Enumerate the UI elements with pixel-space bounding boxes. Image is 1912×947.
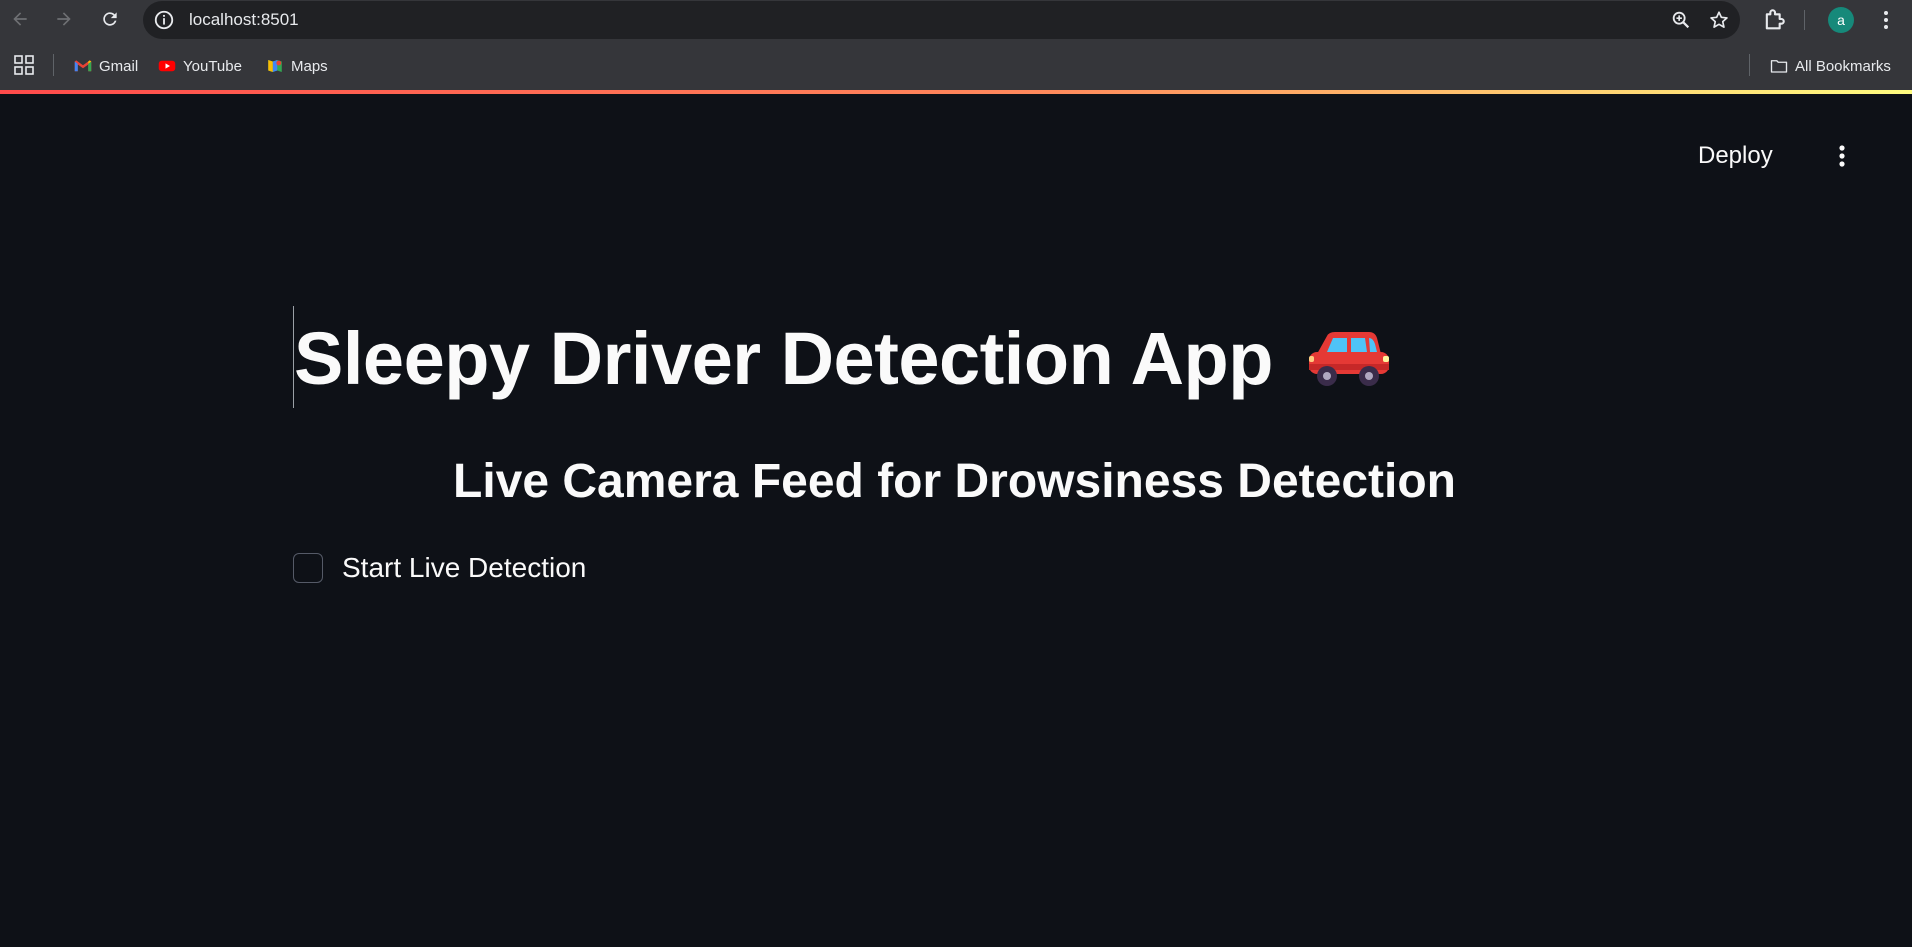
bookmark-maps[interactable]: Maps	[266, 54, 328, 78]
arrow-right-icon	[57, 12, 71, 26]
checkbox-box[interactable]	[293, 553, 323, 583]
subheading: Live Camera Feed for Drowsiness Detectio…	[453, 455, 1456, 508]
all-bookmarks-button[interactable]: All Bookmarks	[1770, 54, 1891, 78]
maps-icon	[268, 60, 282, 72]
bookmark-label: YouTube	[183, 57, 242, 75]
reload-button[interactable]	[94, 3, 126, 35]
all-bookmarks-label: All Bookmarks	[1795, 57, 1891, 75]
more-vert-icon[interactable]	[1874, 6, 1898, 34]
forward-button[interactable]	[48, 3, 80, 35]
address-bar[interactable]: localhost:8501	[143, 1, 1740, 39]
page-title-text: Sleepy Driver Detection App	[294, 317, 1273, 400]
bookmark-label: Gmail	[99, 57, 139, 75]
deploy-button[interactable]: Deploy	[1698, 142, 1773, 170]
youtube-icon	[158, 60, 176, 72]
bookmarks-divider	[53, 54, 54, 76]
start-detection-checkbox[interactable]: Start Live Detection	[293, 552, 586, 584]
apps-grid-icon[interactable]	[14, 55, 34, 75]
browser-toolbar: localhost:8501 a	[0, 0, 1912, 40]
checkbox-label[interactable]: Start Live Detection	[342, 552, 586, 584]
bookmarks-divider	[1749, 54, 1750, 76]
profile-avatar[interactable]: a	[1828, 7, 1854, 33]
url-text[interactable]: localhost:8501	[189, 10, 299, 30]
main-menu-icon[interactable]	[1830, 140, 1854, 172]
bookmark-label: Maps	[291, 57, 328, 75]
bookmarks-bar: Gmail YouTube Maps All Bookmarks	[0, 40, 1912, 92]
bookmark-youtube[interactable]: YouTube	[158, 54, 242, 78]
bookmark-gmail[interactable]: Gmail	[74, 54, 138, 78]
arrow-left-icon	[13, 12, 27, 26]
folder-icon	[1770, 60, 1788, 73]
reload-icon	[103, 12, 117, 26]
zoom-icon[interactable]	[1670, 9, 1692, 31]
toolbar-divider	[1804, 10, 1805, 30]
car-icon	[1308, 331, 1389, 386]
page-title: Sleepy Driver Detection App	[294, 316, 1391, 401]
gmail-icon	[74, 60, 92, 72]
star-icon[interactable]	[1708, 9, 1730, 31]
extensions-icon[interactable]	[1761, 5, 1789, 33]
app-main: Deploy Sleepy Driver Detection App Live …	[0, 94, 1912, 947]
back-button[interactable]	[4, 3, 36, 35]
info-icon[interactable]	[153, 9, 175, 31]
